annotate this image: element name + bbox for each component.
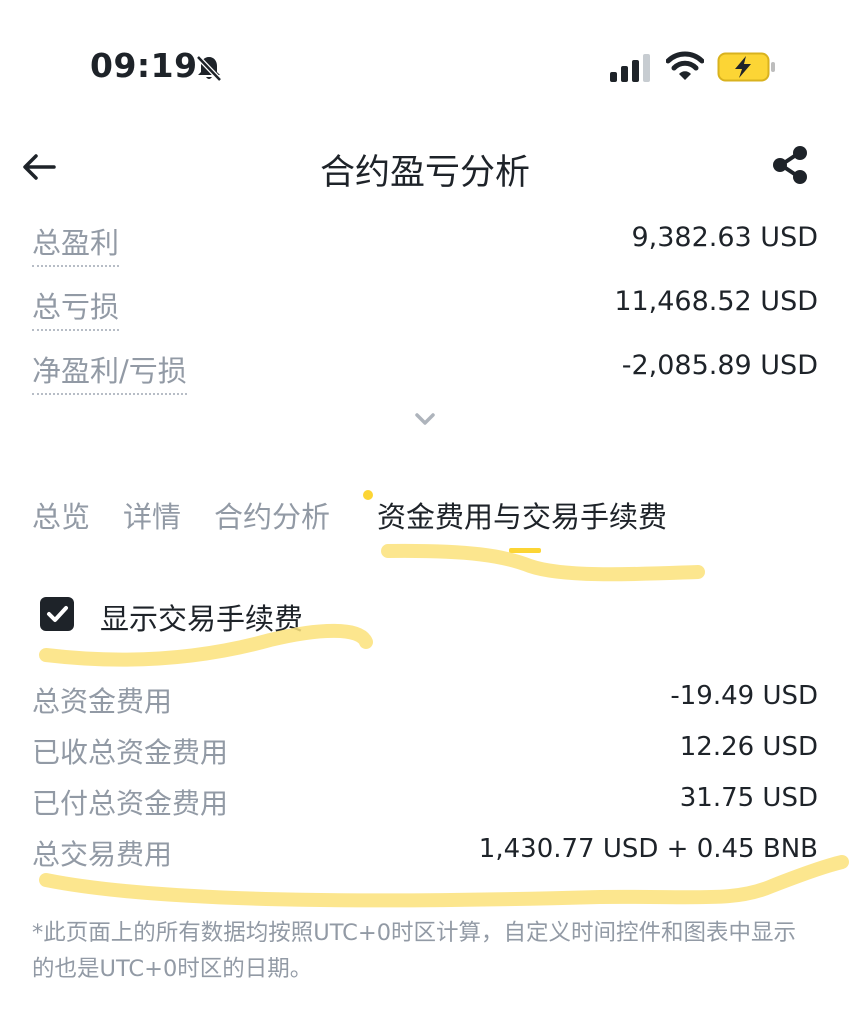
tab-funding-and-fees[interactable]: 资金费用与交易手续费 (377, 494, 667, 536)
page-title: 合约盈亏分析 (319, 153, 530, 193)
net-pnl-label[interactable]: 净盈利/亏损 (32, 348, 187, 395)
received-funding-label: 已收总资金费用 (32, 736, 229, 769)
total-funding-label: 总资金费用 (32, 685, 173, 718)
wifi-icon (666, 51, 704, 80)
tab-overview[interactable]: 总览 (32, 494, 90, 536)
signal-icon (610, 54, 650, 82)
total-profit-label[interactable]: 总盈利 (32, 220, 120, 267)
tab-contract-analysis[interactable]: 合约分析 (214, 494, 330, 536)
summary-row-total-loss: 总亏损 11,468.52 USD (32, 284, 818, 331)
checkmark-icon (47, 606, 68, 622)
nav-bar: 合约盈亏分析 (0, 130, 850, 210)
net-pnl-value: -2,085.89 USD (621, 350, 818, 381)
active-tab-indicator (509, 548, 541, 553)
status-bar: 09:19 (0, 0, 850, 110)
fee-row-total-funding: 总资金费用 -19.49 USD (32, 680, 818, 720)
total-trading-fee-label: 总交易费用 (32, 838, 173, 871)
notification-dot (363, 490, 373, 500)
fee-row-received-funding: 已收总资金费用 12.26 USD (32, 731, 818, 771)
highlight-stroke-tab (381, 543, 705, 582)
footnote: *此页面上的所有数据均按照UTC+0时区计算，自定义时间控件和图表中显示的也是U… (32, 920, 797, 982)
status-time: 09:19 (90, 46, 198, 85)
fee-row-total-trading-fee: 总交易费用 1,430.77 USD + 0.45 BNB (32, 833, 818, 873)
total-trading-fee-value: 1,430.77 USD + 0.45 BNB (478, 834, 818, 864)
summary-row-net-pnl: 净盈利/亏损 -2,085.89 USD (32, 348, 818, 395)
tab-details[interactable]: 详情 (123, 494, 181, 536)
paid-funding-label: 已付总资金费用 (32, 787, 229, 820)
received-funding-value: 12.26 USD (679, 732, 818, 762)
total-loss-label[interactable]: 总亏损 (32, 284, 120, 331)
show-fees-checkbox[interactable] (40, 597, 74, 631)
chevron-down-icon[interactable] (410, 404, 440, 434)
show-fees-label[interactable]: 显示交易手续费 (100, 596, 303, 638)
paid-funding-value: 31.75 USD (679, 783, 818, 813)
total-funding-value: -19.49 USD (670, 681, 818, 711)
bell-slash-icon (196, 55, 222, 82)
total-profit-value: 9,382.63 USD (631, 222, 818, 253)
summary-row-total-profit: 总盈利 9,382.63 USD (32, 220, 818, 267)
battery-charging-icon (717, 52, 775, 82)
total-loss-value: 11,468.52 USD (614, 286, 818, 317)
share-icon[interactable] (770, 144, 812, 186)
fee-row-paid-funding: 已付总资金费用 31.75 USD (32, 782, 818, 822)
